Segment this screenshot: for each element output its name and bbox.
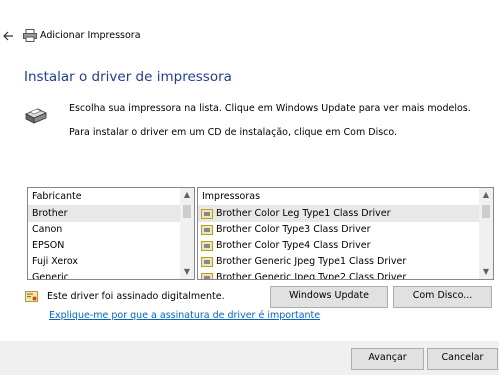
scrollbar-thumb[interactable] bbox=[482, 205, 490, 218]
printer-item-label: Brother Color Leg Type1 Class Driver bbox=[216, 208, 391, 219]
next-button[interactable]: Avançar bbox=[351, 348, 424, 370]
scroll-down-icon[interactable]: ▼ bbox=[180, 265, 194, 279]
printer-driver-icon bbox=[201, 241, 213, 251]
manufacturer-list-header: Fabricante bbox=[28, 188, 180, 206]
manufacturer-item[interactable]: Canon bbox=[28, 222, 180, 238]
scroll-down-icon[interactable]: ▼ bbox=[479, 265, 493, 279]
manufacturer-item[interactable]: Generic bbox=[28, 270, 180, 279]
printer-scrollbar[interactable]: ▲ ▼ bbox=[479, 188, 493, 279]
printer-item[interactable]: Brother Color Type3 Class Driver bbox=[198, 222, 479, 238]
printer-list-header: Impressoras bbox=[198, 188, 479, 206]
printer-item[interactable]: Brother Color Type4 Class Driver bbox=[198, 238, 479, 254]
window-title: Adicionar Impressora bbox=[40, 30, 141, 41]
printer-item-label: Brother Generic Jpeg Type2 Class Driver bbox=[216, 272, 407, 279]
printer-list[interactable]: Impressoras Brother Color Leg Type1 Clas… bbox=[197, 187, 494, 280]
printer-item-label: Brother Generic Jpeg Type1 Class Driver bbox=[216, 256, 407, 267]
windows-update-button[interactable]: Windows Update bbox=[270, 286, 388, 308]
cancel-button[interactable]: Cancelar bbox=[427, 348, 498, 370]
manufacturer-item[interactable]: Brother bbox=[28, 206, 180, 222]
signature-info-link[interactable]: Explique-me por que a assinatura de driv… bbox=[49, 310, 320, 321]
back-arrow-icon[interactable] bbox=[2, 30, 14, 42]
printer-item-label: Brother Color Type4 Class Driver bbox=[216, 240, 371, 251]
manufacturer-item[interactable]: EPSON bbox=[28, 238, 180, 254]
manufacturer-item[interactable]: Fuji Xerox bbox=[28, 254, 180, 270]
printer-driver-icon bbox=[201, 209, 213, 219]
printer-driver-icon bbox=[201, 273, 213, 279]
instruction-text: Escolha sua impressora na lista. Clique … bbox=[69, 103, 471, 114]
printer-icon bbox=[25, 108, 47, 124]
printer-item[interactable]: Brother Generic Jpeg Type1 Class Driver bbox=[198, 254, 479, 270]
instruction-text-cd: Para instalar o driver em um CD de insta… bbox=[69, 127, 398, 138]
manufacturer-scrollbar[interactable]: ▲ ▼ bbox=[180, 188, 194, 279]
printer-item[interactable]: Brother Generic Jpeg Type2 Class Driver bbox=[198, 270, 479, 279]
signed-driver-icon bbox=[25, 291, 38, 302]
scrollbar-thumb[interactable] bbox=[183, 205, 191, 218]
dialog-footer bbox=[0, 341, 499, 375]
printer-driver-icon bbox=[201, 257, 213, 267]
scroll-up-icon[interactable]: ▲ bbox=[479, 188, 493, 202]
scroll-up-icon[interactable]: ▲ bbox=[180, 188, 194, 202]
printer-item[interactable]: Brother Color Leg Type1 Class Driver bbox=[198, 206, 479, 222]
have-disk-button[interactable]: Com Disco... bbox=[393, 286, 492, 308]
printer-item-label: Brother Color Type3 Class Driver bbox=[216, 224, 371, 235]
printer-driver-icon bbox=[201, 225, 213, 235]
printer-icon bbox=[23, 29, 37, 42]
manufacturer-list[interactable]: Fabricante Brother Canon EPSON Fuji Xero… bbox=[27, 187, 195, 280]
page-title: Instalar o driver de impressora bbox=[24, 69, 232, 85]
signature-status: Este driver foi assinado digitalmente. bbox=[47, 291, 225, 302]
